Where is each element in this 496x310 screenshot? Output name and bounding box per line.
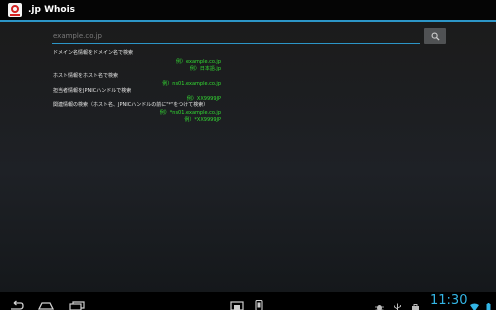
wifi-icon	[470, 297, 479, 310]
back-icon	[11, 300, 24, 310]
home-icon	[37, 302, 55, 310]
hint-example-related-2: 例）*XX9999JP	[184, 117, 221, 123]
status-clock: 11:30	[430, 293, 468, 308]
shopping-bag-icon	[411, 297, 420, 310]
hint-label-host: ホスト情報をホスト名で検索	[53, 73, 119, 79]
search-row	[52, 28, 446, 45]
recent-apps-button[interactable]	[69, 296, 85, 310]
app-title: .jp Whois	[28, 5, 76, 15]
hint-label-contact: 担当者情報をJPNICハンドルで検索	[53, 88, 132, 94]
recent-apps-icon	[69, 301, 85, 310]
hint-example-related-1: 例）*ns01.example.co.jp	[159, 110, 221, 116]
search-button[interactable]	[424, 28, 446, 44]
hint-label-related: 関連情報の検索（ホスト名、JPNICハンドルの前に"*"をつけて検索）	[53, 102, 209, 108]
hint-example-host-1: 例）ns01.example.co.jp	[162, 81, 221, 87]
screenshot-icon	[230, 301, 244, 310]
search-input[interactable]	[52, 29, 420, 44]
debug-icon	[375, 297, 384, 310]
usb-icon	[393, 297, 402, 310]
whois-app-icon[interactable]	[8, 3, 22, 17]
screenshot-button[interactable]	[229, 296, 245, 310]
battery-icon	[484, 297, 493, 310]
action-bar: .jp Whois	[0, 0, 496, 22]
phone-mode-button[interactable]	[251, 296, 267, 310]
phone-icon	[255, 299, 263, 310]
hint-label-domain: ドメイン名情報をドメイン名で検索	[53, 50, 134, 56]
main-content: ドメイン名情報をドメイン名で検索 例）example.co.jp 例）日本語.j…	[0, 22, 496, 292]
back-button[interactable]	[8, 296, 24, 310]
home-button[interactable]	[37, 296, 55, 310]
hint-example-domain-2: 例）日本語.jp	[189, 66, 221, 72]
search-icon	[431, 32, 440, 41]
hint-example-domain-1: 例）example.co.jp	[176, 59, 221, 65]
system-nav-bar: 11:30	[0, 292, 496, 310]
